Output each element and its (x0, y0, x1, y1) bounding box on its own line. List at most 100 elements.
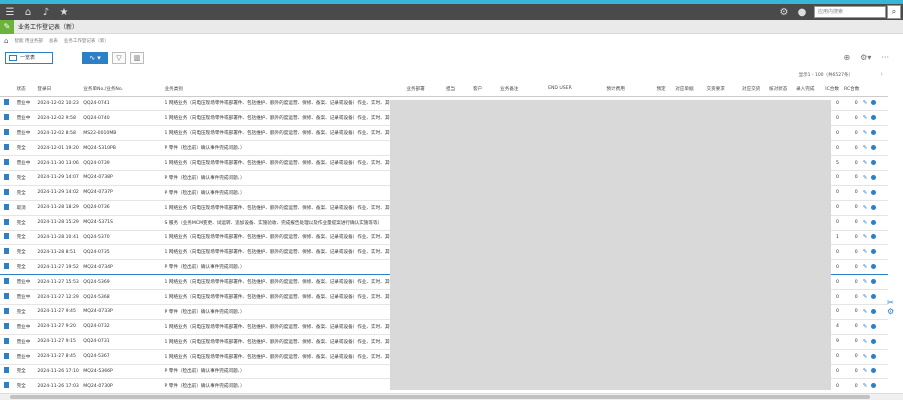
breadcrumb-item[interactable]: 总表 (49, 38, 58, 44)
row-doc-cell[interactable] (0, 289, 15, 305)
info-icon[interactable] (871, 145, 877, 151)
view-selector[interactable]: 一览表 (5, 52, 53, 64)
document-icon[interactable] (4, 263, 9, 270)
document-icon[interactable] (4, 188, 9, 195)
document-icon[interactable] (4, 218, 9, 225)
row-doc-cell[interactable] (0, 230, 15, 246)
column-header[interactable]: 预定 (654, 82, 674, 97)
info-icon[interactable] (871, 249, 877, 255)
info-icon[interactable] (871, 160, 877, 165)
row-doc-cell[interactable] (0, 349, 15, 365)
document-icon[interactable] (4, 173, 9, 180)
gear-icon[interactable]: ⚙▾ (860, 53, 871, 62)
column-header[interactable]: 对应单据 (673, 82, 705, 97)
edit-icon[interactable]: ✎ (863, 115, 868, 121)
add-icon[interactable]: ⊕ (843, 53, 850, 62)
home-icon[interactable]: ⌂ (4, 37, 8, 45)
column-header[interactable]: 预计费用 (604, 82, 655, 97)
pencil-icon[interactable]: ✎ (0, 19, 14, 34)
edit-icon[interactable]: ✎ (863, 100, 868, 106)
edit-icon[interactable]: ✎ (863, 249, 868, 255)
column-header[interactable]: 交货要求 (704, 82, 740, 97)
info-icon[interactable] (871, 353, 877, 359)
row-doc-cell[interactable] (0, 259, 15, 276)
line-chart-icon[interactable]: ∿ ▾ (82, 52, 108, 64)
document-icon[interactable] (4, 278, 9, 285)
column-header[interactable]: RC合数 (841, 82, 861, 97)
edit-icon[interactable]: ✎ (863, 205, 868, 211)
info-icon[interactable] (871, 234, 877, 240)
breadcrumb-item[interactable]: 智能 用业务部 (14, 38, 42, 44)
row-doc-cell[interactable] (0, 110, 15, 127)
column-header[interactable]: 业务单No./业务No. (81, 82, 163, 97)
row-doc-cell[interactable] (0, 319, 15, 335)
edit-icon[interactable]: ✎ (863, 294, 868, 300)
column-header[interactable]: 业务备注 (498, 82, 547, 97)
row-doc-cell[interactable] (0, 378, 15, 392)
scissors-icon[interactable]: ✂ ⚙ (887, 298, 895, 328)
document-icon[interactable] (4, 248, 9, 255)
info-icon[interactable] (871, 308, 877, 314)
info-icon[interactable] (871, 130, 877, 136)
document-icon[interactable] (4, 382, 9, 389)
star-icon[interactable]: ★ (56, 7, 72, 18)
document-icon[interactable] (4, 144, 9, 151)
column-header[interactable]: 登录日 (35, 82, 82, 97)
column-header[interactable]: 担当 (443, 82, 472, 97)
document-icon[interactable] (4, 293, 9, 300)
edit-icon[interactable]: ✎ (863, 383, 868, 389)
column-header[interactable]: 客户 (471, 82, 499, 97)
edit-icon[interactable]: ✎ (863, 160, 868, 166)
settings-icon[interactable]: ⚙ (776, 7, 792, 18)
column-header[interactable]: 核对状态 (766, 82, 795, 97)
row-doc-cell[interactable] (0, 155, 15, 171)
info-icon[interactable] (871, 189, 877, 195)
column-header[interactable]: 对应交货 (739, 82, 767, 97)
row-doc-cell[interactable] (0, 215, 15, 231)
info-icon[interactable] (871, 115, 877, 121)
edit-icon[interactable]: ✎ (863, 234, 868, 240)
row-doc-cell[interactable] (0, 140, 15, 157)
row-doc-cell[interactable] (0, 274, 15, 291)
row-doc-cell[interactable] (0, 334, 15, 350)
info-icon[interactable] (871, 368, 877, 374)
column-header[interactable]: END USER (546, 82, 605, 97)
document-icon[interactable] (4, 203, 9, 210)
edit-icon[interactable]: ✎ (863, 324, 868, 330)
document-icon[interactable] (4, 114, 9, 121)
edit-icon[interactable]: ✎ (863, 339, 868, 345)
search-icon[interactable]: ⌕ (887, 5, 901, 19)
row-doc-cell[interactable] (0, 364, 15, 380)
document-icon[interactable] (4, 99, 9, 106)
info-icon[interactable] (871, 279, 877, 285)
row-doc-cell[interactable] (0, 125, 15, 142)
column-header[interactable]: 录入完成 (794, 82, 824, 97)
edit-icon[interactable]: ✎ (863, 264, 868, 270)
search-input[interactable]: 应用内搜索 (814, 6, 886, 18)
edit-icon[interactable]: ✎ (863, 309, 868, 315)
menu-icon[interactable]: ☰ (2, 7, 18, 18)
document-icon[interactable] (4, 129, 9, 136)
column-header[interactable] (0, 82, 15, 97)
document-icon[interactable] (4, 233, 9, 240)
row-doc-cell[interactable] (0, 244, 15, 261)
info-icon[interactable] (871, 323, 877, 329)
document-icon[interactable] (4, 307, 9, 314)
column-header[interactable]: 状态 (14, 82, 36, 97)
info-icon[interactable] (871, 294, 877, 300)
row-doc-cell[interactable] (0, 185, 15, 201)
column-header[interactable] (860, 82, 888, 97)
row-doc-cell[interactable] (0, 96, 15, 112)
row-doc-cell[interactable] (0, 170, 15, 186)
info-icon[interactable] (871, 174, 877, 180)
document-icon[interactable] (4, 159, 9, 165)
info-icon[interactable] (871, 100, 877, 106)
info-icon[interactable] (871, 383, 877, 389)
edit-icon[interactable]: ✎ (863, 279, 868, 285)
document-icon[interactable] (4, 322, 9, 329)
edit-icon[interactable]: ✎ (863, 220, 868, 226)
edit-icon[interactable]: ✎ (863, 130, 868, 136)
bar-chart-icon[interactable]: ▥ (130, 52, 144, 64)
edit-icon[interactable]: ✎ (863, 190, 868, 196)
edit-icon[interactable]: ✎ (863, 368, 868, 374)
